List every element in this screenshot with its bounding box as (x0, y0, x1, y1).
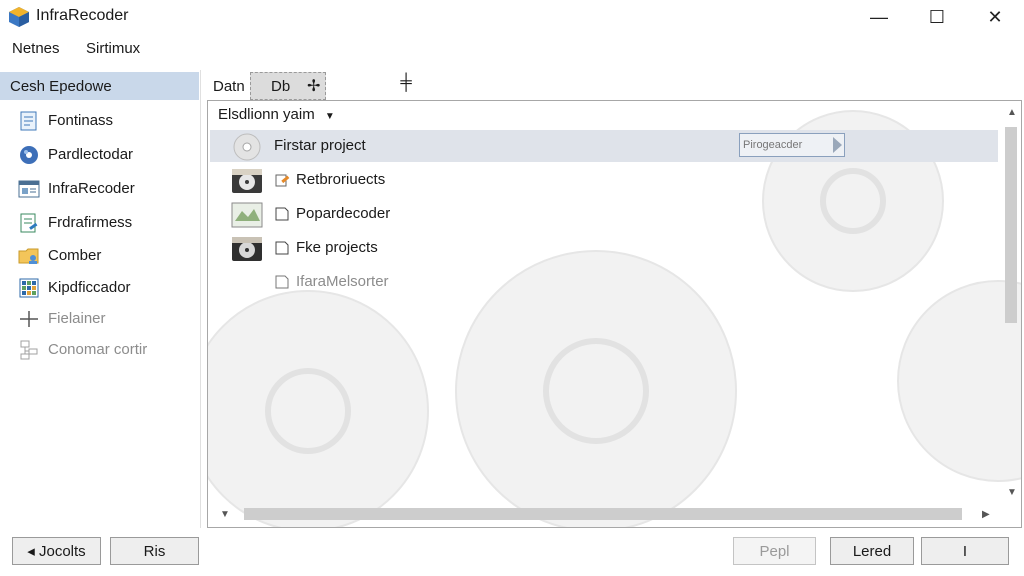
menu-netnes[interactable]: Netnes (12, 40, 60, 57)
minimize-button[interactable]: — (850, 0, 908, 34)
page-icon (275, 241, 289, 255)
list-item-label: Retbroriuects (296, 171, 386, 188)
tree-icon (20, 340, 38, 360)
lered-button[interactable]: Lered (830, 537, 914, 565)
chevron-down-icon: ▼ (324, 111, 335, 122)
sidebar-item-pardlectodar[interactable]: Pardlectodar (18, 142, 196, 168)
tab-db[interactable]: Db ✢ (250, 72, 326, 100)
horizontal-scrollbar[interactable]: ▼ ▶ (208, 501, 1003, 527)
play-arrow-icon (833, 137, 842, 153)
pepl-button[interactable]: Pepl (733, 537, 816, 565)
menu-sirtimux[interactable]: Sirtimux (86, 40, 140, 57)
page-icon (275, 275, 289, 289)
pin-icon[interactable]: ✢ (307, 76, 320, 96)
sidebar-item-conomar-cortir[interactable]: Conomar cortir (18, 337, 196, 363)
sidebar-item-label: Fielainer (48, 310, 106, 327)
sidebar-item-label: Pardlectodar (48, 146, 134, 163)
infrarecorder-app-icon (9, 7, 29, 27)
plus-icon (20, 311, 38, 327)
vertical-scroll-thumb[interactable] (1005, 127, 1017, 323)
back-button[interactable]: ◂ Jocolts (12, 537, 101, 565)
pin-icon[interactable]: ╪ (395, 74, 417, 102)
sidebar-item-label: InfraRecoder (48, 180, 135, 197)
list-item[interactable]: Firstar project Pirogeacder (210, 130, 998, 162)
disc-burner-icon (20, 146, 38, 164)
close-button[interactable]: ✕ (966, 0, 1024, 34)
cd-icon (233, 133, 261, 161)
doc-edit-icon (20, 213, 38, 233)
i-button[interactable]: I (921, 537, 1009, 565)
sidebar: Cesh Epedowe Fontinass Pardlectodar Infr… (0, 70, 201, 528)
vertical-scrollbar[interactable]: ▲ ▼ (1001, 101, 1021, 501)
page-icon (275, 207, 289, 221)
scroll-left-arrow-icon[interactable]: ▼ (220, 509, 230, 520)
sidebar-item-label: Kipdficcador (48, 279, 131, 296)
grid-icon (19, 278, 39, 298)
sidebar-header[interactable]: Cesh Epedowe (0, 72, 199, 100)
window-title: InfraRecoder (36, 7, 129, 24)
column-header[interactable]: Elsdlionn yaim ▼ (218, 106, 335, 123)
list-item[interactable]: IfaraMelsorter (210, 266, 998, 298)
menu-bar (0, 34, 1024, 64)
list-item-label: IfaraMelsorter (296, 273, 389, 290)
ris-button[interactable]: Ris (110, 537, 199, 565)
tab-label: Db (271, 78, 291, 95)
scroll-up-arrow-icon[interactable]: ▲ (1007, 107, 1017, 118)
sidebar-item-infrarecoder[interactable]: InfraRecoder (18, 176, 196, 202)
sidebar-header-label: Cesh Epedowe (10, 78, 112, 95)
list-item[interactable]: Retbroriuects (210, 164, 998, 196)
maximize-button[interactable]: ☐ (908, 0, 966, 34)
sidebar-item-label: Frdrafirmess (48, 214, 133, 231)
list-item-label: Firstar project (274, 137, 366, 154)
horizontal-scroll-thumb[interactable] (244, 508, 962, 520)
list-item[interactable]: Popardecoder (210, 198, 998, 230)
disc-image-icon (231, 202, 263, 228)
disc-drive-dark-icon (232, 237, 262, 261)
title-bar: InfraRecoder — ☐ ✕ (0, 0, 1024, 34)
disc-drive-icon (232, 169, 262, 193)
sidebar-item-comber[interactable]: Comber (18, 243, 196, 269)
list-item[interactable]: Fke projects (210, 232, 998, 264)
window-icon (18, 180, 40, 198)
document-icon (20, 111, 37, 131)
edit-icon (275, 174, 290, 187)
scroll-down-arrow-icon[interactable]: ▼ (1007, 487, 1017, 498)
status-badge[interactable]: Pirogeacder (739, 133, 845, 157)
project-list-panel: Elsdlionn yaim ▼ Firstar project Pirogea… (207, 100, 1022, 528)
sidebar-item-fontinass[interactable]: Fontinass (18, 108, 196, 134)
sidebar-item-label: Fontinass (48, 112, 114, 129)
list-item-label: Fke projects (296, 239, 378, 256)
sidebar-item-frdrafirmess[interactable]: Frdrafirmess (18, 210, 196, 236)
folder-user-icon (18, 248, 39, 264)
sidebar-item-kipdficcador[interactable]: Kipdficcador (18, 275, 196, 301)
status-badge-label: Pirogeacder (743, 139, 803, 151)
column-header-label: Elsdlionn yaim (218, 106, 315, 123)
sidebar-item-label: Comber (48, 247, 102, 264)
list-item-label: Popardecoder (296, 205, 391, 222)
scroll-right-arrow-icon[interactable]: ▶ (982, 509, 990, 520)
tab-bar: Datn Db ✢ ╪ (205, 70, 1024, 100)
sidebar-item-fielainer[interactable]: Fielainer (18, 306, 196, 332)
sidebar-item-label: Conomar cortir (48, 341, 148, 358)
